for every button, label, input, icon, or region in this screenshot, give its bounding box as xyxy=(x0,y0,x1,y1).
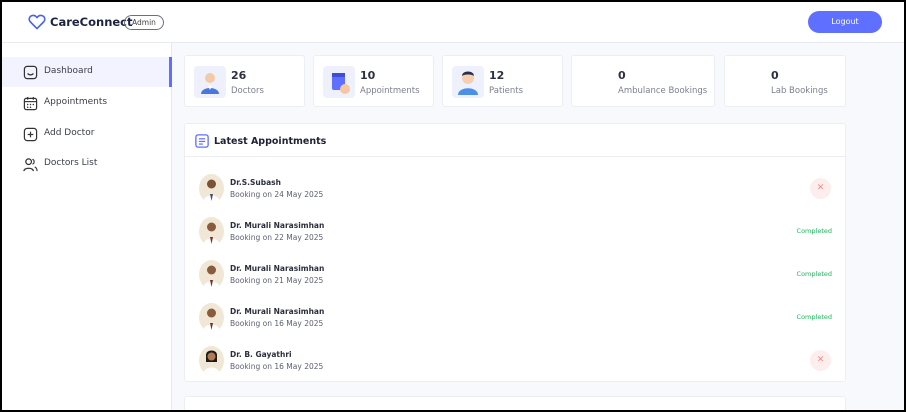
panel-title: Latest Appointments xyxy=(214,136,327,147)
stat-label: Appointments xyxy=(360,86,420,96)
booking-date: Booking on 16 May 2025 xyxy=(230,362,324,371)
sidebar-item-label: Doctors List xyxy=(44,158,98,168)
stat-card-patients: 12 Patients xyxy=(442,55,563,107)
appointments-icon xyxy=(323,66,355,98)
stat-label: Ambulance Bookings xyxy=(618,86,708,96)
doctor-icon xyxy=(194,66,226,98)
sidebar-item-doctors-list[interactable]: Doctors List xyxy=(2,149,172,179)
calendar-icon xyxy=(23,96,38,111)
stat-value: 10 xyxy=(360,69,376,82)
panel-header: Latest Appointments xyxy=(185,124,845,157)
secondary-panel xyxy=(184,396,846,410)
appointment-row: Dr. Murali Narasimhan Booking on 22 May … xyxy=(185,210,845,253)
stat-card-doctors: 26 Doctors xyxy=(184,55,305,107)
cancel-icon[interactable]: ✕ xyxy=(810,178,831,199)
stat-card-appointments: 10 Appointments xyxy=(313,55,434,107)
brand-name: CareConnect xyxy=(50,15,133,29)
sidebar-item-add-doctor[interactable]: Add Doctor xyxy=(2,119,172,149)
role-badge: Admin xyxy=(124,15,164,30)
doctor-name: Dr. Murali Narasimhan xyxy=(230,264,325,273)
sidebar-item-label: Add Doctor xyxy=(44,128,95,138)
logout-button[interactable]: Logout xyxy=(808,11,882,33)
stat-value: 12 xyxy=(489,69,505,82)
cancel-icon[interactable]: ✕ xyxy=(810,350,831,371)
sidebar-item-appointments[interactable]: Appointments xyxy=(2,88,172,118)
appointment-row: Dr. Murali Narasimhan Booking on 21 May … xyxy=(185,253,845,296)
sidebar-item-label: Appointments xyxy=(44,97,108,107)
stat-label: Doctors xyxy=(231,86,264,96)
stat-card-ambulance: 0 Ambulance Bookings xyxy=(571,55,715,107)
appointment-row: Dr. B. Gayathri Booking on 16 May 2025 ✕ xyxy=(185,339,845,382)
doctor-name: Dr. B. Gayathri xyxy=(230,350,292,359)
stat-label: Lab Bookings xyxy=(771,86,828,96)
stat-card-lab: 0 Lab Bookings xyxy=(724,55,846,107)
stat-label: Patients xyxy=(489,86,524,96)
home-icon xyxy=(23,65,38,80)
doctor-avatar xyxy=(199,217,224,246)
heart-logo-icon xyxy=(28,14,46,30)
booking-date: Booking on 16 May 2025 xyxy=(230,319,324,328)
status-completed: Completed xyxy=(796,313,832,321)
sidebar: Dashboard Appointments Add Doctor Doctor… xyxy=(2,43,172,410)
doctor-avatar xyxy=(199,346,224,375)
doctor-avatar xyxy=(199,260,224,289)
list-icon xyxy=(195,134,209,148)
app-window: CareConnect Admin Logout Dashboard Appoi… xyxy=(2,2,904,410)
doctor-name: Dr.S.Subash xyxy=(230,178,281,187)
booking-date: Booking on 24 May 2025 xyxy=(230,190,324,199)
stat-value: 26 xyxy=(231,69,247,82)
booking-date: Booking on 21 May 2025 xyxy=(230,276,324,285)
sidebar-item-label: Dashboard xyxy=(44,66,93,76)
doctor-name: Dr. Murali Narasimhan xyxy=(230,221,325,230)
status-completed: Completed xyxy=(796,270,832,278)
sidebar-item-dashboard[interactable]: Dashboard xyxy=(2,57,172,87)
status-completed: Completed xyxy=(796,227,832,235)
latest-appointments-panel: Latest Appointments Dr.S.Subash Booking … xyxy=(184,123,846,382)
doctor-avatar xyxy=(199,303,224,332)
top-bar: CareConnect Admin Logout xyxy=(2,2,904,43)
stat-value: 0 xyxy=(771,69,779,82)
appointment-row: Dr.S.Subash Booking on 24 May 2025 ✕ xyxy=(185,167,845,210)
people-icon xyxy=(23,158,38,172)
stat-value: 0 xyxy=(618,69,626,82)
appointment-row: Dr. Murali Narasimhan Booking on 16 May … xyxy=(185,296,845,339)
patient-icon xyxy=(452,66,484,98)
add-icon xyxy=(23,127,38,142)
doctor-avatar xyxy=(199,174,224,203)
doctor-name: Dr. Murali Narasimhan xyxy=(230,307,325,316)
booking-date: Booking on 22 May 2025 xyxy=(230,233,324,242)
